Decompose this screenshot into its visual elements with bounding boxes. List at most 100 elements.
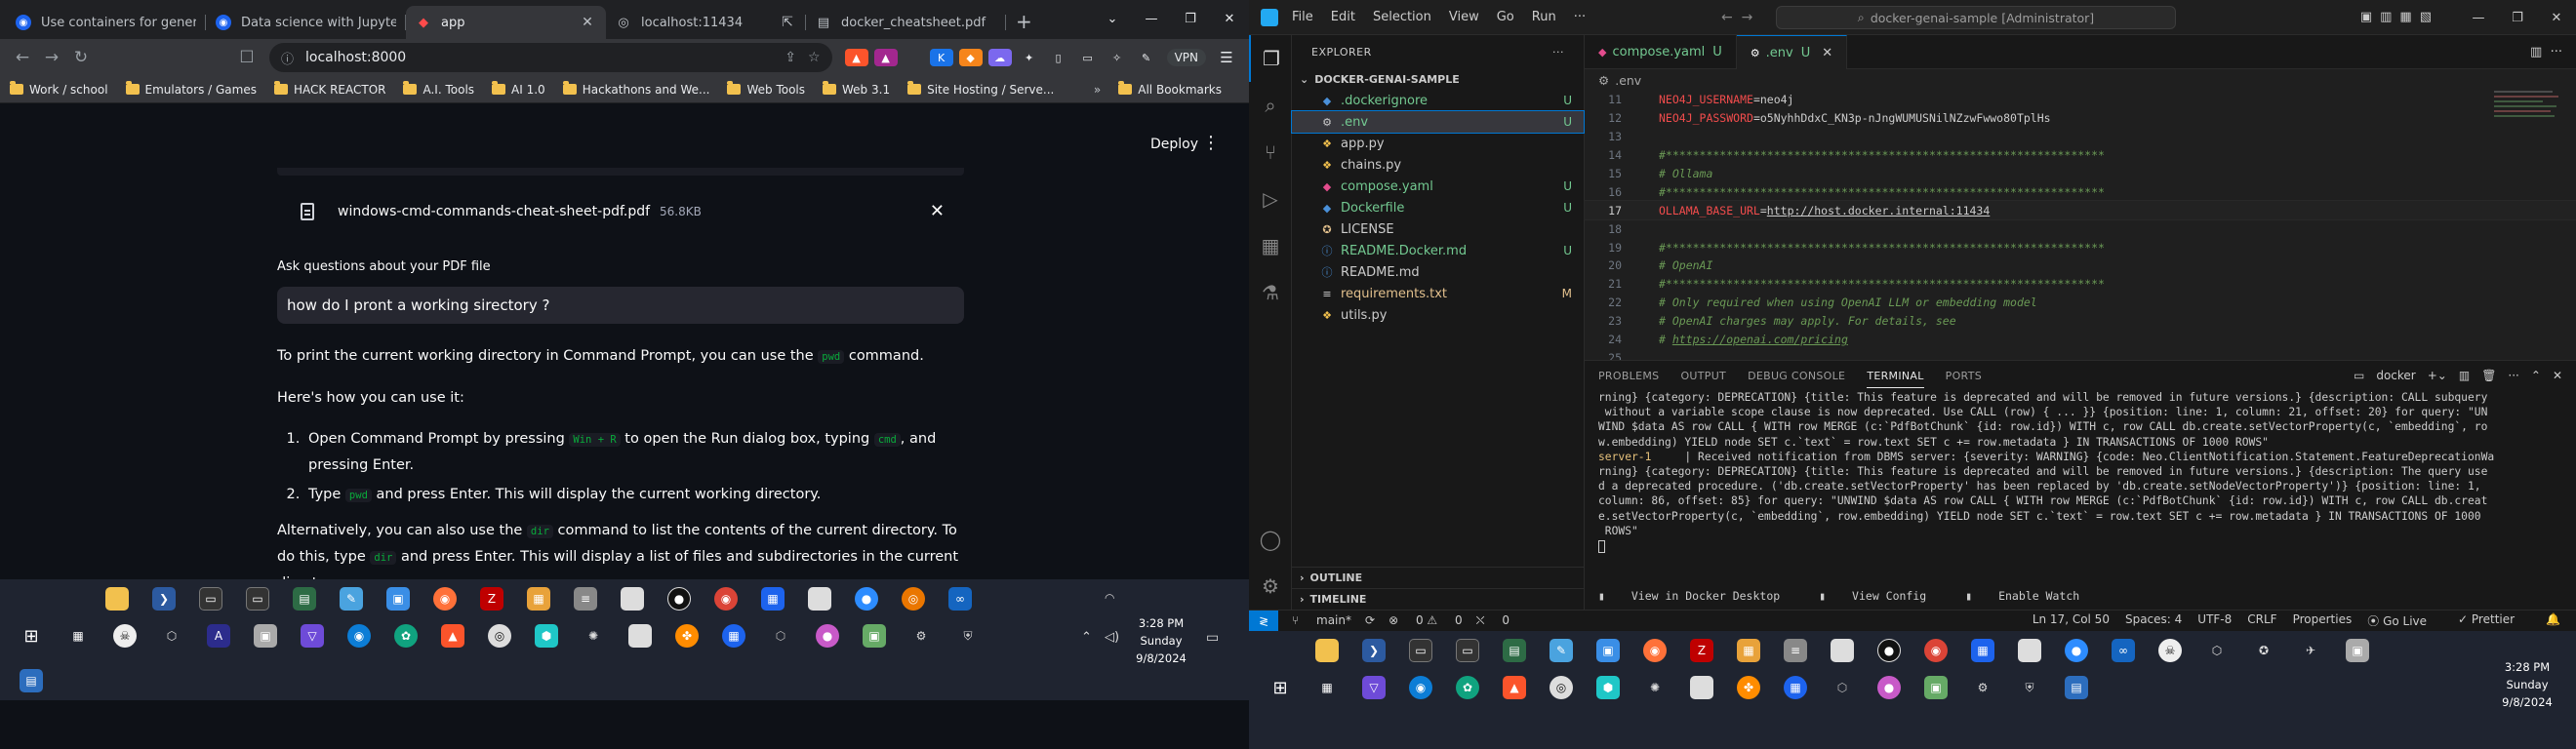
filezilla-icon[interactable]: Z [480, 587, 503, 611]
file-tree-item[interactable]: ✪ LICENSE [1292, 218, 1584, 240]
terminal-admin-icon[interactable]: ▭ [246, 587, 269, 611]
bookmark-folder[interactable]: Web 3.1 [823, 81, 890, 97]
bookmark-icon[interactable]: ☐ [232, 48, 262, 67]
image-app-icon[interactable]: ▣ [1924, 676, 1948, 699]
filezilla-icon[interactable]: Z [1690, 639, 1713, 662]
panel-tab-ports[interactable]: PORTS [1946, 370, 1982, 382]
chrome-icon[interactable]: ◉ [714, 587, 738, 611]
github-icon[interactable]: ● [667, 587, 691, 611]
bookmark-folder[interactable]: AI 1.0 [492, 81, 545, 97]
notification-icon[interactable]: ▭ [1206, 630, 1219, 646]
monitor-icon[interactable] [628, 624, 652, 648]
photos-icon[interactable]: ▣ [1596, 639, 1620, 662]
prettier-button[interactable]: ✓ Prettier [2458, 612, 2530, 629]
brave-icon[interactable]: ▲ [1503, 676, 1526, 699]
language-mode[interactable]: Properties [2293, 612, 2353, 629]
zoom-icon[interactable]: ● [2065, 639, 2088, 662]
explorer-icon[interactable]: ❐ [1249, 35, 1292, 82]
pinned-app-icon[interactable]: ▤ [2065, 676, 2088, 699]
pinned-app-icon[interactable]: ▤ [20, 669, 43, 692]
code-editor[interactable]: 11 NEO4J_USERNAME=neo4j 12 NEO4J_PASSWORD=o… [1584, 91, 2576, 367]
orange-app-icon[interactable]: ✤ [1737, 676, 1760, 699]
bookmark-folder[interactable]: A.I. Tools [403, 81, 474, 97]
color-wheel-icon[interactable]: ● [1877, 676, 1901, 699]
task-view-icon[interactable]: ▦ [66, 624, 90, 648]
terminal-name[interactable]: docker [2376, 369, 2415, 382]
maximize-panel-icon[interactable]: ⌃ [2531, 369, 2541, 382]
line-ending[interactable]: CRLF [2247, 612, 2276, 629]
database-icon[interactable]: ≡ [1784, 639, 1807, 662]
file-tree-item[interactable]: ⚙ .env U [1291, 110, 1585, 134]
github-icon[interactable]: ● [1877, 639, 1901, 662]
windows-start-icon[interactable]: ⊞ [20, 624, 43, 648]
menu-item[interactable]: Run [1532, 10, 1556, 24]
display-icon[interactable] [808, 587, 831, 611]
panel-tab-terminal[interactable]: TERMINAL [1867, 370, 1924, 388]
browser-tab-2[interactable]: ◉ Data science with JupyterLab: [206, 6, 406, 39]
bookmark-folder[interactable]: Work / school [10, 81, 108, 97]
source-control-icon[interactable]: ⑂ [1249, 129, 1292, 176]
panel-tab-debug-console[interactable]: DEBUG CONSOLE [1748, 370, 1845, 382]
box-icon[interactable]: ⬡ [769, 624, 792, 648]
folder-app-icon[interactable] [1315, 639, 1339, 662]
sidebar-icon[interactable]: ▯ [1047, 49, 1070, 66]
menu-item[interactable]: Selection [1373, 10, 1431, 24]
all-bookmarks[interactable]: All Bookmarks [1118, 81, 1222, 97]
terminal-icon[interactable]: ▭ [2354, 369, 2364, 382]
security-shield-icon[interactable]: ⛨ [956, 624, 980, 648]
database-icon[interactable]: ≡ [574, 587, 597, 611]
remote-indicator-icon[interactable]: ≷ [1249, 610, 1278, 632]
back-icon[interactable]: ← [8, 48, 37, 67]
bookmark-folder[interactable]: Site Hosting / Serve... [907, 81, 1054, 97]
docker-desktop-icon[interactable]: ▦ [722, 624, 745, 648]
compose-action-link[interactable]: ▮ Enable Watch [1965, 589, 2099, 603]
file-tree-item[interactable]: ❖ app.py [1292, 133, 1584, 154]
powershell-icon[interactable]: ❯ [1362, 639, 1386, 662]
menu-item[interactable]: ··· [1574, 10, 1586, 24]
star-icon[interactable]: ☆ [808, 50, 821, 65]
compose-action-link[interactable]: ▮ View Config [1819, 589, 1946, 603]
security-shield-icon[interactable]: ⛨ [2018, 676, 2041, 699]
ports-indicator[interactable]: ⛌ 0 [1476, 613, 1509, 628]
obs-icon[interactable]: ◎ [1550, 676, 1573, 699]
open-external-icon[interactable]: ⇱ [779, 15, 796, 30]
docker-icon[interactable]: ▦ [1971, 639, 1994, 662]
browser-tab-5[interactable]: ▤ docker_cheatsheet.pdf [806, 6, 1006, 39]
tray-chevron-icon[interactable]: ⌃ [1081, 630, 1092, 645]
testing-icon[interactable]: ⚗ [1249, 269, 1292, 316]
firefox-icon[interactable]: ◉ [1643, 639, 1667, 662]
file-icon[interactable] [1831, 639, 1854, 662]
cube-app-icon[interactable]: ⬡ [160, 624, 183, 648]
remove-file-icon[interactable]: ✕ [930, 201, 945, 221]
close-tab-icon[interactable]: ✕ [1822, 46, 1832, 60]
file-tree-item[interactable]: ◆ compose.yaml U [1292, 176, 1584, 197]
alien-icon[interactable]: ✪ [2252, 639, 2275, 662]
bookmark-folder[interactable]: Hackathons and We... [562, 81, 709, 97]
window-app-icon[interactable]: ▣ [2346, 639, 2369, 662]
rubik-icon[interactable]: ▦ [1737, 639, 1760, 662]
app-window-icon[interactable]: ▤ [293, 587, 316, 611]
minimap[interactable] [2494, 91, 2562, 149]
timeline-section[interactable]: › TIMELINE [1292, 588, 1584, 610]
file-icon[interactable] [621, 587, 644, 611]
trash-icon[interactable]: 🗑 [2481, 369, 2496, 382]
puzzle-extensions-icon[interactable]: ✦ [1018, 49, 1041, 66]
notifications-bell-icon[interactable]: 🔔 [2546, 612, 2560, 629]
taskbar-clock[interactable]: 3:28 PM Sunday 9/8/2024 [2488, 658, 2566, 711]
settings-gear-icon[interactable]: ⚙ [909, 624, 933, 648]
minimize-icon[interactable]: — [1132, 0, 1171, 37]
env-url-link[interactable]: http://host.docker.internal:11434 [1767, 204, 1990, 217]
obs-icon[interactable]: ◎ [488, 624, 511, 648]
pen-icon[interactable]: ✎ [1135, 49, 1158, 66]
file-tree-item[interactable]: ⓘ README.md [1292, 261, 1584, 283]
restore-icon[interactable]: ❐ [2498, 0, 2537, 35]
add-terminal-icon[interactable]: +⌄ [2428, 369, 2447, 382]
account-icon[interactable]: ◯ [1249, 516, 1292, 563]
manage-gear-icon[interactable]: ⚙ [1249, 563, 1292, 610]
menu-icon[interactable]: ☰ [1215, 49, 1238, 66]
edge-icon[interactable]: ◉ [347, 624, 371, 648]
close-window-icon[interactable]: ✕ [2537, 0, 2576, 35]
vpn-app-icon[interactable]: ▽ [301, 624, 324, 648]
workspace-folder[interactable]: ⌄ DOCKER-GENAI-SAMPLE [1292, 68, 1584, 90]
monitor-icon[interactable] [1690, 676, 1713, 699]
